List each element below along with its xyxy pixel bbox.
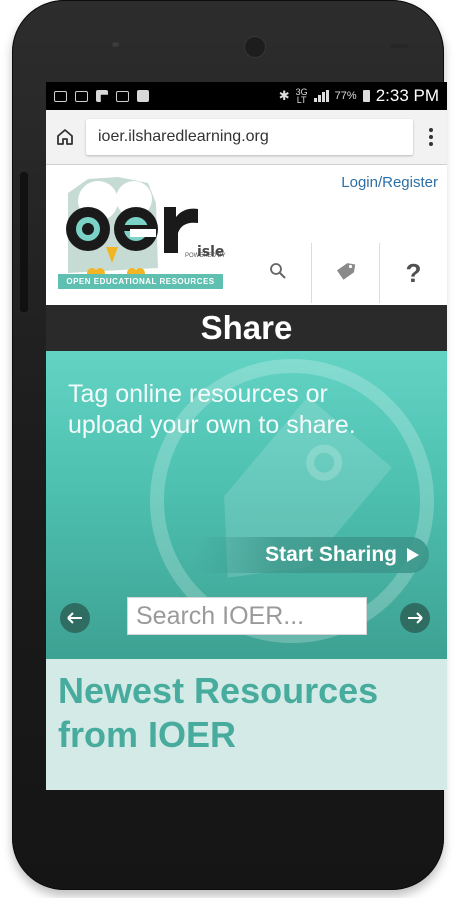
shopping-icon: [137, 90, 149, 102]
network-sub-label: LT: [296, 95, 307, 105]
search-tool-button[interactable]: [244, 243, 311, 303]
screenshot-icon: [75, 90, 88, 102]
tag-tool-button[interactable]: [311, 243, 379, 303]
tag-icon: [336, 261, 356, 286]
url-field[interactable]: ioer.ilsharedlearning.org: [86, 119, 413, 155]
home-icon[interactable]: [54, 126, 76, 148]
battery-percent: 77%: [334, 90, 357, 102]
overflow-menu-icon[interactable]: [423, 128, 439, 146]
flipboard-icon: [96, 90, 108, 102]
front-camera: [244, 36, 266, 58]
network-type: 3G LT: [296, 88, 308, 105]
share-title-bar: Share: [46, 305, 447, 351]
sensor: [112, 42, 119, 47]
play-arrow-icon: [407, 548, 419, 562]
login-register-link[interactable]: Login/Register: [341, 174, 438, 191]
header-tools: ?: [244, 243, 447, 303]
previous-button[interactable]: [60, 603, 90, 633]
hero-text: Tag online resources or upload your own …: [68, 380, 356, 439]
power-button: [20, 172, 28, 312]
notification-icons: [54, 90, 149, 102]
search-icon: [269, 262, 287, 285]
share-title: Share: [200, 309, 293, 346]
help-icon: ?: [405, 257, 422, 288]
battery-icon: [362, 90, 370, 102]
system-icons: ✱ 3G LT 77% 2:33 PM: [279, 86, 439, 106]
help-tool-button[interactable]: ?: [379, 243, 447, 303]
clock: 2:33 PM: [375, 86, 439, 105]
newest-title: Newest Resources from IOER: [58, 670, 379, 755]
newest-resources-section: Newest Resources from IOER: [46, 659, 447, 790]
phone-screen: ✱ 3G LT 77% 2:33 PM ioer.ilsharedlearnin…: [46, 82, 447, 790]
search-row: [46, 597, 447, 641]
start-sharing-label: Start Sharing: [265, 543, 397, 566]
oer-banner: OPEN EDUCATIONAL RESOURCES: [58, 274, 223, 289]
browser-toolbar: ioer.ilsharedlearning.org: [46, 110, 447, 165]
signal-icon: [313, 90, 329, 102]
url-text: ioer.ilsharedlearning.org: [98, 128, 269, 145]
screenshot-icon: [54, 90, 67, 102]
next-button[interactable]: [400, 603, 430, 633]
isle-logo-text: isle: [197, 244, 225, 260]
speaker-grille: [390, 44, 408, 48]
start-sharing-button[interactable]: Start Sharing: [194, 537, 429, 573]
search-input[interactable]: [127, 597, 367, 635]
site-header: POWERED BY isle OPEN EDUCATIONAL RESOURC…: [46, 165, 447, 305]
status-bar: ✱ 3G LT 77% 2:33 PM: [46, 82, 447, 110]
bluetooth-icon: ✱: [278, 88, 290, 103]
bottom-bezel: [72, 815, 412, 885]
share-hero: Tag online resources or upload your own …: [46, 351, 447, 659]
arrow-right-icon: [408, 612, 423, 624]
gmail-icon: [116, 90, 129, 102]
arrow-left-icon: [67, 612, 82, 624]
